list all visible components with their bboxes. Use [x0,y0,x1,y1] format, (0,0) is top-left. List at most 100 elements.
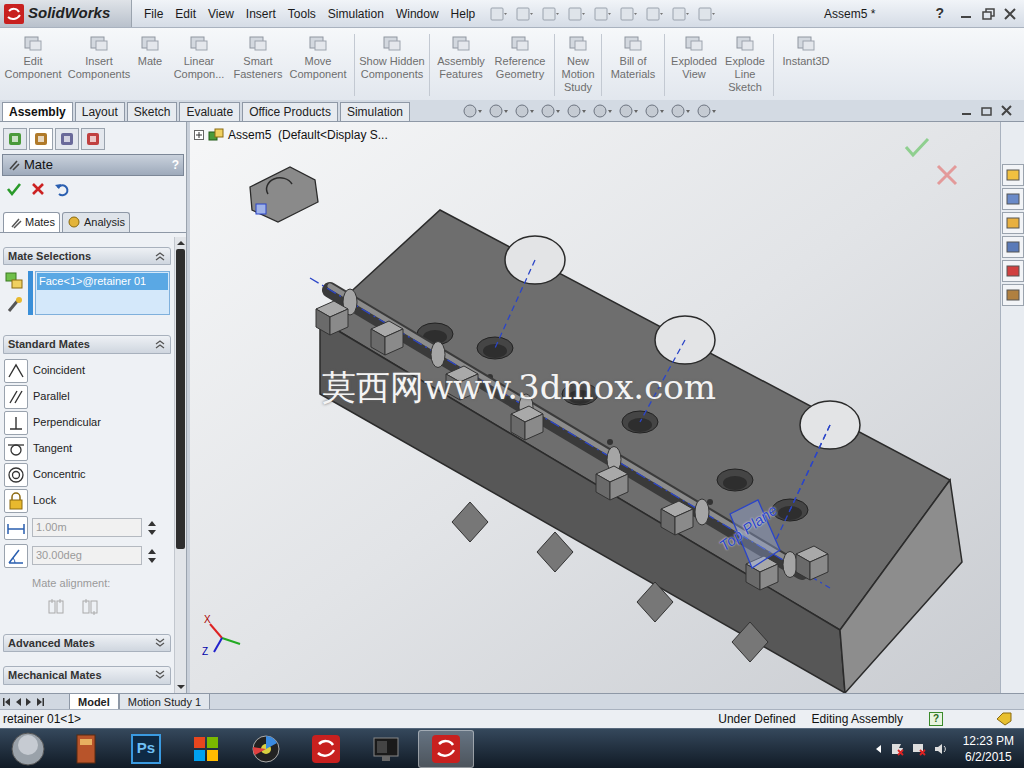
ribbon-button[interactable]: Move Component [286,34,350,81]
feature-tree-root[interactable]: Assem5 (Default<Display S... [194,126,388,144]
ribbon-button[interactable]: New Motion Study [559,34,597,94]
command-tab[interactable]: Assembly [2,102,73,121]
subtab-label: Analysis [84,214,125,231]
task-pane-tab[interactable] [1002,188,1024,210]
tab-label: Evaluate [186,103,233,121]
ribbon-button[interactable]: Exploded View [669,34,719,81]
command-tab[interactable]: Layout [75,102,125,121]
menu-item[interactable]: Insert [240,5,282,23]
section-view-icon [539,102,563,120]
panel-scrollbar[interactable] [174,237,186,694]
save-icon [539,5,561,23]
paperclip-icon [8,215,22,229]
assembly-model[interactable] [190,122,1000,693]
section-header[interactable]: Standard Mates [3,335,171,354]
taskbar-app[interactable] [238,730,294,768]
menu-item[interactable]: Window [390,5,445,23]
manager-tab[interactable] [81,128,105,150]
ribbon-button[interactable]: Assembly Features [434,34,488,81]
taskbar-app[interactable] [358,730,414,768]
mate-option[interactable]: Parallel [0,384,174,410]
taskbar-app[interactable]: Ps [118,730,174,768]
ribbon-button[interactable]: Edit Component [2,34,64,81]
open-icon [513,5,535,23]
section-header[interactable]: Mechanical Mates [3,666,171,685]
mate-label: Coincident [33,362,85,379]
start-button[interactable] [6,730,50,768]
file-properties-icon [669,5,691,23]
command-tab[interactable]: Sketch [127,102,178,121]
task-pane-tab[interactable] [1002,236,1024,258]
command-icon [139,34,161,54]
section-header[interactable]: Mate Selections [3,247,171,266]
task-pane-tab[interactable] [1002,212,1024,234]
mate-label: Perpendicular [33,414,101,431]
taskbar-app[interactable] [298,730,354,768]
manager-tab[interactable] [29,128,53,150]
taskbar-app[interactable] [178,730,234,768]
command-icon [795,34,817,54]
command-tab[interactable]: Evaluate [179,102,240,121]
cancel-icon [30,181,46,197]
command-icon [567,34,589,54]
command-tab[interactable]: Office Products [242,102,338,121]
manager-tab[interactable] [55,128,79,150]
ribbon-button[interactable]: Show Hidden Components [359,34,425,81]
mate-option[interactable]: Tangent [0,436,174,462]
scroll-thumb[interactable] [176,249,185,549]
value-field[interactable]: 30.00deg [32,546,142,565]
graphics-area[interactable]: Assem5 (Default<Display S...莫西网www.3dmox… [190,122,1000,693]
mate-label: Lock [33,492,56,509]
menu-item[interactable]: Simulation [322,5,390,23]
ribbon-label: Reference Geometry [490,55,550,81]
ribbon-button[interactable]: Explode Line Sketch [721,34,769,94]
section-header[interactable]: Advanced Mates [3,634,171,653]
ribbon-button[interactable]: Mate [134,34,166,68]
ribbon-button[interactable]: Reference Geometry [490,34,550,81]
appearances-icon [1005,263,1021,279]
parallel-icon [5,386,27,408]
panel-title: Mate [24,155,53,175]
menu-item[interactable]: Help [445,5,482,23]
ribbon-label: Bill of Materials [606,55,660,81]
value-field[interactable]: 1.00m [32,518,142,537]
taskbar-app[interactable] [418,730,474,768]
prev-tab-icon [13,696,23,708]
tab-label: Office Products [249,103,331,121]
manager-tab[interactable] [3,128,27,150]
panel-subtab[interactable]: Mates [3,212,60,232]
task-pane-tab[interactable] [1002,164,1024,186]
ribbon-button[interactable]: Linear Compon... [168,34,230,81]
mate-option[interactable]: Perpendicular [0,410,174,436]
ribbon-button[interactable]: Smart Fasteners [232,34,284,81]
mate-option[interactable]: Coincident [0,358,174,384]
app-logo[interactable]: SolidWorks [0,0,132,27]
mate-option[interactable]: Lock [0,488,174,514]
status-help-button[interactable]: ? [929,712,943,726]
ribbon-button[interactable]: Bill of Materials [606,34,660,81]
selection-list[interactable]: Face<1>@retainer 01 [35,271,170,315]
ribbon-button[interactable]: Insert Components [66,34,132,81]
command-tab[interactable]: Simulation [340,102,410,121]
selection-item[interactable]: Face<1>@retainer 01 [37,273,168,290]
system-tray: 12:23 PM6/2/2015 [873,733,1014,765]
taskbar-app[interactable] [58,730,114,768]
menu-item[interactable]: View [202,5,240,23]
tab-label: Layout [82,103,118,121]
menu-item[interactable]: Edit [169,5,202,23]
task-pane-tab[interactable] [1002,284,1024,306]
menu-item[interactable]: File [138,5,169,23]
command-icon [509,34,531,54]
panel-subtab[interactable]: Analysis [62,212,130,232]
selection-group: Face<1>@retainer 01 [0,265,174,315]
photoshop-icon: Ps [131,734,161,764]
help-button[interactable]: ? [935,3,944,24]
ribbon-button[interactable]: Instant3D [778,34,834,68]
lock-icon [5,490,27,512]
menu-item[interactable]: Tools [282,5,322,23]
clock[interactable]: 12:23 PM6/2/2015 [963,733,1014,765]
mate-option[interactable]: Concentric [0,462,174,488]
task-pane-tab[interactable] [1002,260,1024,282]
last-tab-icon [35,696,45,708]
panel-help[interactable]: ? [172,156,179,174]
